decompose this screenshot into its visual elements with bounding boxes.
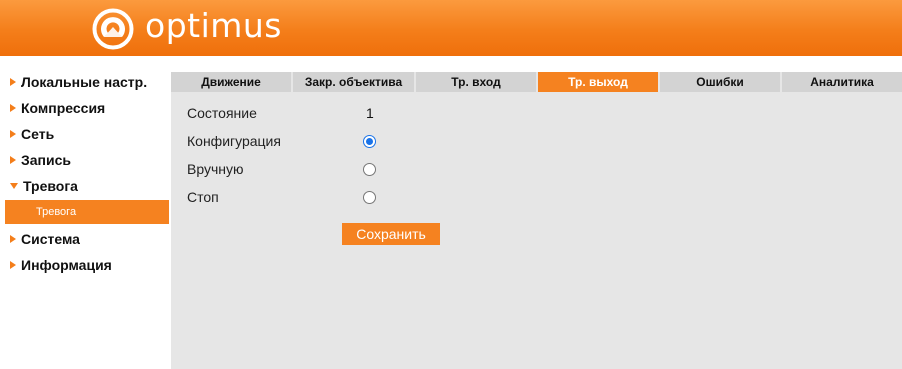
sidebar: Локальные настр. Компрессия Сеть Запись …: [0, 56, 170, 369]
save-button[interactable]: Сохранить: [342, 223, 440, 245]
tab-alarm-input[interactable]: Тр. вход: [416, 72, 536, 92]
triangle-right-icon: [10, 235, 16, 243]
sidebar-item-label: Локальные настр.: [21, 74, 148, 90]
sidebar-item-alarm[interactable]: Тревога: [10, 176, 78, 196]
triangle-right-icon: [10, 156, 16, 164]
state-value: 1: [366, 105, 374, 121]
sidebar-item-network[interactable]: Сеть: [10, 124, 54, 144]
stop-radio[interactable]: [363, 191, 376, 204]
sidebar-item-label: Запись: [21, 152, 72, 168]
state-label: Состояние: [187, 105, 257, 121]
sidebar-item-label: Информация: [21, 257, 112, 273]
configuration-label: Конфигурация: [187, 133, 281, 149]
sidebar-item-information[interactable]: Информация: [10, 255, 112, 275]
tab-motion[interactable]: Движение: [171, 72, 291, 92]
tab-lens-cover[interactable]: Закр. объектива: [293, 72, 414, 92]
triangle-right-icon: [10, 261, 16, 269]
sidebar-item-local-settings[interactable]: Локальные настр.: [10, 72, 147, 92]
manual-radio[interactable]: [363, 163, 376, 176]
triangle-right-icon: [10, 130, 16, 138]
sidebar-item-compression[interactable]: Компрессия: [10, 98, 105, 118]
sidebar-item-recording[interactable]: Запись: [10, 150, 71, 170]
tab-bar: Движение Закр. объектива Тр. вход Тр. вы…: [171, 72, 902, 92]
configuration-radio[interactable]: [363, 135, 376, 148]
tab-alarm-output[interactable]: Тр. выход: [538, 72, 658, 92]
stop-label: Стоп: [187, 189, 219, 205]
sidebar-item-label: Система: [21, 231, 80, 247]
triangle-right-icon: [10, 104, 16, 112]
sidebar-item-label: Сеть: [21, 126, 55, 142]
sidebar-item-label: Компрессия: [21, 100, 106, 116]
tab-errors[interactable]: Ошибки: [660, 72, 780, 92]
logo-text: optimus: [145, 6, 282, 45]
sidebar-item-label: Тревога: [23, 178, 78, 194]
triangle-right-icon: [10, 78, 16, 86]
triangle-down-icon: [10, 183, 18, 189]
header-bar: optimus: [0, 0, 902, 56]
sidebar-subitem-alarm[interactable]: Тревога: [5, 200, 169, 224]
optimus-logo-icon: [92, 8, 134, 50]
settings-panel: Движение Закр. объектива Тр. вход Тр. вы…: [171, 72, 902, 369]
manual-label: Вручную: [187, 161, 244, 177]
tab-analytics[interactable]: Аналитика: [782, 72, 902, 92]
sidebar-item-system[interactable]: Система: [10, 229, 80, 249]
